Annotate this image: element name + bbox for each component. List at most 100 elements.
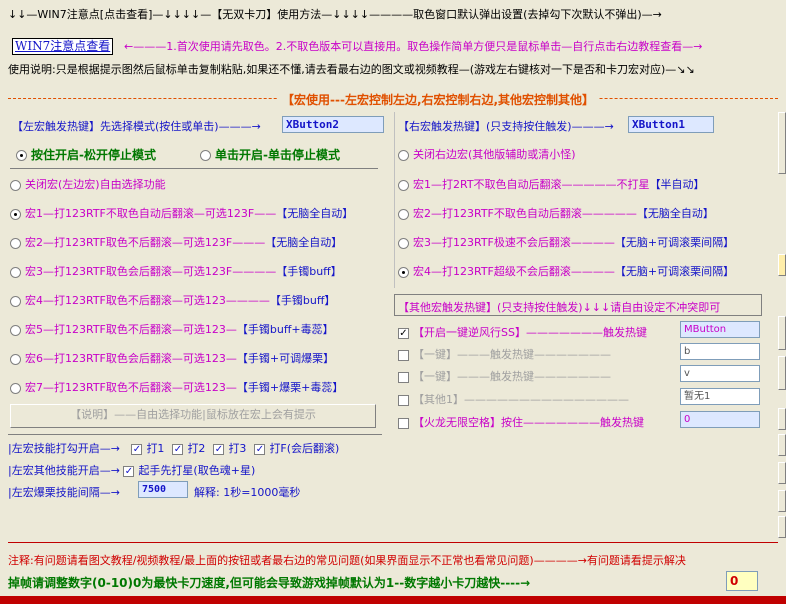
left-hotkey-field[interactable]: XButton2: [282, 116, 384, 133]
chestnut-interval-field[interactable]: 7500: [138, 481, 188, 498]
side-panel-button-7[interactable]: [778, 462, 786, 484]
radio-indicator[interactable]: [10, 266, 21, 278]
other-hotkey-checkbox[interactable]: [398, 417, 409, 429]
chestnut-interval-row: |左宏爆栗技能间隔—→: [8, 484, 120, 500]
right-macro-text: 宏1—打2RT不取色自动后翻滚—————不打星: [413, 178, 650, 191]
left-macro-tag: 【手镯+可调爆栗】: [236, 352, 335, 365]
side-panel-button-3[interactable]: [778, 316, 786, 350]
left-macro-text: 宏4—打123RTF取色不后翻滚—可选123————: [25, 294, 270, 307]
mode-hold-label: 按住开启-松开停止模式: [31, 148, 156, 162]
left-macro-tag: 【手镯buff+毒蕊】: [236, 323, 334, 336]
left-macro-radio[interactable]: 宏2—打123RTF取色不后翻滚—可选123F———【无脑全自动】: [10, 234, 342, 250]
other-hotkey-checkbox[interactable]: [398, 327, 409, 339]
other-hotkey-field[interactable]: 暂无1: [680, 388, 760, 405]
right-macro-radio[interactable]: 宏3—打123RTF极速不会后翻滚————【无脑+可调滚栗间隔】: [398, 234, 734, 250]
skill-checkbox[interactable]: 打1: [131, 442, 164, 455]
skill-checkbox-label: 打3: [228, 442, 247, 455]
check-box[interactable]: [254, 443, 266, 455]
left-macro-text: 宏5—打123RTF取色不后翻滚—可选123—: [25, 323, 237, 336]
left-macro-text: 关闭宏(左边宏)自由选择功能: [25, 178, 166, 191]
other-hotkey-checkbox[interactable]: [398, 349, 409, 361]
right-macro-text: 宏4—打123RTF超级不会后翻滚————: [413, 265, 615, 278]
other-hotkey-header: 【其他宏触发热键】(只支持按住触发)↓↓↓请自由设定不冲突即可: [398, 301, 721, 314]
settings-separator: [8, 434, 382, 435]
left-macro-text: 宏1—打123RTF不取色自动后翻滚—可选123F——: [25, 207, 277, 220]
check-box[interactable]: [131, 443, 143, 455]
right-macro-text: 关闭右边宏(其他版辅助或清小怪): [413, 148, 576, 161]
radio-indicator[interactable]: [398, 237, 409, 249]
radio-indicator[interactable]: [10, 295, 21, 307]
radio-indicator[interactable]: [10, 353, 21, 365]
right-hotkey-field[interactable]: XButton1: [628, 116, 714, 133]
other-hotkey-field[interactable]: MButton: [680, 321, 760, 338]
skill-checkbox[interactable]: 打2: [172, 442, 205, 455]
side-panel-button-9[interactable]: [778, 516, 786, 538]
side-panel-button-1[interactable]: [778, 112, 786, 174]
radio-indicator[interactable]: [398, 266, 409, 278]
right-macro-tag: 【无脑+可调滚栗间隔】: [614, 236, 735, 249]
left-macro-radio[interactable]: 宏3—打123RTF取色会后翻滚—可选123F————【手镯buff】: [10, 263, 342, 279]
left-macro-radio[interactable]: 宏6—打123RTF取色会后翻滚—可选123—【手镯+可调爆栗】: [10, 350, 334, 366]
skill-checkbox[interactable]: 打3: [213, 442, 246, 455]
right-macro-radio[interactable]: 关闭右边宏(其他版辅助或清小怪): [398, 146, 576, 162]
other-hotkey-checkbox[interactable]: [398, 394, 409, 406]
right-macro-radio[interactable]: 宏4—打123RTF超级不会后翻滚————【无脑+可调滚栗间隔】: [398, 263, 734, 279]
footer-note: 注释:有问题请看图文教程/视频教程/最上面的按钮或者最右边的常见问题(如果界面显…: [8, 554, 686, 567]
side-panel-button-8[interactable]: [778, 490, 786, 512]
other-hotkey-field[interactable]: b: [680, 343, 760, 360]
first-star-label: 起手先打星(取色魂+星): [138, 464, 256, 477]
left-macro-tag: 【无脑全自动】: [276, 207, 354, 220]
skill-checkbox-label: 打F(会后翻滚): [269, 442, 340, 455]
check-box[interactable]: [172, 443, 184, 455]
other-hotkey-label: 【一键】———触发热键———————: [413, 370, 611, 383]
vertical-divider: [394, 112, 396, 288]
radio-indicator[interactable]: [200, 150, 211, 161]
left-macro-radio[interactable]: 宏4—打123RTF取色不后翻滚—可选123————【手镯buff】: [10, 292, 335, 308]
left-macro-tag: 【无脑全自动】: [265, 236, 343, 249]
radio-indicator[interactable]: [10, 208, 21, 220]
radio-indicator[interactable]: [16, 150, 27, 161]
radio-indicator[interactable]: [398, 179, 409, 191]
chestnut-interval-label: |左宏爆栗技能间隔—→: [8, 486, 120, 499]
right-macro-radio[interactable]: 宏2—打123RTF不取色自动后翻滚—————【无脑全自动】: [398, 205, 714, 221]
radio-indicator[interactable]: [10, 382, 21, 394]
interval-explanation: 解释: 1秒=1000毫秒: [194, 486, 301, 499]
left-macro-radio[interactable]: 宏5—打123RTF取色不后翻滚—可选123—【手镯buff+毒蕊】: [10, 321, 334, 337]
other-hotkey-row: 【开启一键逆风行SS】———————触发热键: [398, 324, 647, 340]
mode-click-radio[interactable]: 单击开启-单击停止模式: [200, 146, 340, 163]
other-hotkey-row: 【一键】———触发热键———————: [398, 368, 611, 384]
radio-indicator[interactable]: [398, 208, 409, 220]
radio-indicator[interactable]: [10, 237, 21, 249]
skill-checks-row: |左宏技能打勾开启—→ 打1 打2 打3 打F(会后翻滚): [8, 440, 339, 456]
right-macro-text: 宏2—打123RTF不取色自动后翻滚—————: [413, 207, 637, 220]
other-hotkey-label: 【火龙无限空格】按住———————触发热键: [413, 416, 644, 429]
win7-notes-button[interactable]: WIN7注意点查看: [12, 38, 114, 55]
side-panel-button-4[interactable]: [778, 356, 786, 390]
right-macro-radio[interactable]: 宏1—打2RT不取色自动后翻滚—————不打星【半自动】: [398, 176, 705, 192]
mode-hold-radio[interactable]: 按住开启-松开停止模式: [16, 146, 156, 163]
frame-drop-instruction: 掉帧请调整数字(0-10)0为最快卡刀速度,但可能会导致游戏掉帧默认为1--数字…: [8, 576, 531, 590]
skill-checkbox[interactable]: 打F(会后翻滚): [254, 442, 339, 455]
other-skill-row: |左宏其他技能开启—→ 起手先打星(取色魂+星): [8, 462, 255, 478]
explain-button[interactable]: 【说明】——自由选择功能|鼠标放在宏上会有提示: [10, 404, 376, 428]
check-box[interactable]: [123, 465, 135, 477]
other-hotkey-checkbox[interactable]: [398, 371, 409, 383]
footer-separator: [8, 542, 778, 543]
side-panel-button-2[interactable]: [778, 254, 786, 276]
left-macro-radio[interactable]: 宏7—打123RTF取色不后翻滚—可选123—【手镯+爆栗+毒蕊】: [10, 379, 343, 395]
first-star-checkbox[interactable]: 起手先打星(取色魂+星): [123, 464, 255, 477]
radio-indicator[interactable]: [398, 149, 409, 161]
other-hotkey-field[interactable]: 0: [680, 411, 760, 428]
left-macro-radio[interactable]: 关闭宏(左边宏)自由选择功能: [10, 176, 166, 192]
radio-indicator[interactable]: [10, 179, 21, 191]
check-box[interactable]: [213, 443, 225, 455]
left-macro-radio[interactable]: 宏1—打123RTF不取色自动后翻滚—可选123F——【无脑全自动】: [10, 205, 353, 221]
side-panel-button-6[interactable]: [778, 434, 786, 456]
side-panel-button-5[interactable]: [778, 408, 786, 430]
radio-indicator[interactable]: [10, 324, 21, 336]
right-hotkey-label: 【右宏触发热键】(只支持按住触发)———→: [398, 120, 614, 133]
other-hotkey-field[interactable]: v: [680, 365, 760, 382]
left-macro-text: 宏7—打123RTF取色不后翻滚—可选123—: [25, 381, 237, 394]
frame-delay-field[interactable]: 0: [726, 571, 758, 591]
left-hotkey-label: 【左宏触发热键】先选择模式(按住或单击)———→: [12, 120, 261, 133]
